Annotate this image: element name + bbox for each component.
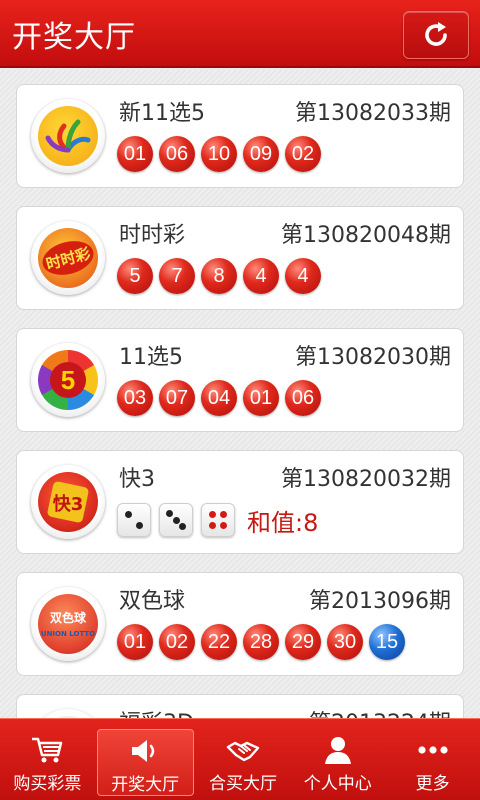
issue-number: 第130820032期 xyxy=(281,467,451,492)
red-ball: 03 xyxy=(117,380,153,416)
lottery-card[interactable]: 双色球 UNION LOTTO 双色球 第2013096期 01 02 22 2… xyxy=(16,572,464,676)
red-ball: 02 xyxy=(159,624,195,660)
issue-number: 第130820048期 xyxy=(281,223,451,248)
tab-group-buy[interactable]: 合买大厅 xyxy=(196,719,291,800)
red-ball: 5 xyxy=(117,258,153,294)
draw-numbers: 01 06 10 09 02 xyxy=(117,135,327,173)
lottery-card[interactable]: 快3 快3 第130820032期 和值:8 xyxy=(16,450,464,554)
draw-numbers: 01 02 22 28 29 30 15 xyxy=(117,623,411,661)
red-ball: 7 xyxy=(159,258,195,294)
svg-text:UNION LOTTO: UNION LOTTO xyxy=(41,630,95,638)
issue-number: 第2013224期 xyxy=(309,705,451,718)
blue-ball: 15 xyxy=(369,624,405,660)
svg-text:快3: 快3 xyxy=(53,493,84,515)
lottery-card[interactable]: 新11选5 第13082033期 01 06 10 09 02 xyxy=(16,84,464,188)
draw-dice: 和值:8 xyxy=(117,501,318,539)
cart-icon xyxy=(32,737,63,763)
tab-label: 开奖大厅 xyxy=(111,775,180,795)
lottery-card[interactable]: 福彩3D 第2013224期 xyxy=(16,694,464,718)
tab-buy-lottery[interactable]: 购买彩票 xyxy=(0,719,95,800)
tab-label: 购买彩票 xyxy=(13,774,82,794)
lottery-name: 福彩3D xyxy=(119,705,194,718)
red-ball: 8 xyxy=(201,258,237,294)
red-ball: 01 xyxy=(117,136,153,172)
lottery-logo: 5 xyxy=(31,343,105,417)
issue-number: 第13082033期 xyxy=(295,101,451,126)
tab-personal-center[interactable]: 个人中心 xyxy=(290,719,385,800)
bottom-tab-bar: 购买彩票 开奖大厅 合买大厅 个人中心 更多 xyxy=(0,718,480,800)
red-ball: 02 xyxy=(285,136,321,172)
lottery-name: 时时彩 xyxy=(119,223,186,248)
lottery-name: 快3 xyxy=(119,467,155,492)
red-ball: 04 xyxy=(201,380,237,416)
more-icon xyxy=(417,746,448,754)
lottery-name: 双色球 xyxy=(119,589,186,614)
lottery-card[interactable]: 时时彩 时时彩 第130820048期 5 7 8 4 4 xyxy=(16,206,464,310)
app-header: 开奖大厅 xyxy=(0,0,480,68)
red-ball: 29 xyxy=(285,624,321,660)
red-ball: 09 xyxy=(243,136,279,172)
dice-three xyxy=(159,503,193,537)
tab-label: 更多 xyxy=(415,774,450,794)
refresh-icon xyxy=(425,22,447,46)
dice-four xyxy=(201,503,235,537)
red-ball: 30 xyxy=(327,624,363,660)
page-title: 开奖大厅 xyxy=(12,20,136,55)
draw-numbers: 03 07 04 01 06 xyxy=(117,379,327,417)
red-ball: 10 xyxy=(201,136,237,172)
red-ball: 22 xyxy=(201,624,237,660)
sum-value: 和值:8 xyxy=(247,508,319,537)
tab-draw-hall[interactable]: 开奖大厅 xyxy=(96,729,194,796)
lottery-logo: 快3 xyxy=(31,465,105,539)
red-ball: 06 xyxy=(285,380,321,416)
issue-number: 第13082030期 xyxy=(295,345,451,370)
dice-two xyxy=(117,503,151,537)
tab-more[interactable]: 更多 xyxy=(385,719,480,800)
red-ball: 4 xyxy=(243,258,279,294)
lottery-logo xyxy=(31,709,105,718)
lottery-name: 新11选5 xyxy=(119,101,205,126)
issue-number: 第2013096期 xyxy=(309,589,451,614)
red-ball: 01 xyxy=(243,380,279,416)
red-ball: 01 xyxy=(117,624,153,660)
red-ball: 06 xyxy=(159,136,195,172)
lottery-logo xyxy=(31,99,105,173)
lottery-list[interactable]: 新11选5 第13082033期 01 06 10 09 02 时时彩 时时彩 … xyxy=(0,70,480,718)
tab-label: 个人中心 xyxy=(303,774,372,794)
speaker-icon xyxy=(132,740,155,762)
tab-label: 合买大厅 xyxy=(208,774,277,794)
handshake-icon xyxy=(226,741,260,762)
red-ball: 4 xyxy=(285,258,321,294)
red-ball: 28 xyxy=(243,624,279,660)
red-ball: 07 xyxy=(159,380,195,416)
lottery-card[interactable]: 5 11选5 第13082030期 03 07 04 01 06 xyxy=(16,328,464,432)
svg-text:双色球: 双色球 xyxy=(50,610,87,625)
person-icon xyxy=(324,737,351,764)
refresh-button[interactable] xyxy=(403,11,469,59)
lottery-logo: 时时彩 xyxy=(31,221,105,295)
lottery-name: 11选5 xyxy=(119,345,183,370)
lottery-logo: 双色球 UNION LOTTO xyxy=(31,587,105,661)
draw-numbers: 5 7 8 4 4 xyxy=(117,257,327,295)
